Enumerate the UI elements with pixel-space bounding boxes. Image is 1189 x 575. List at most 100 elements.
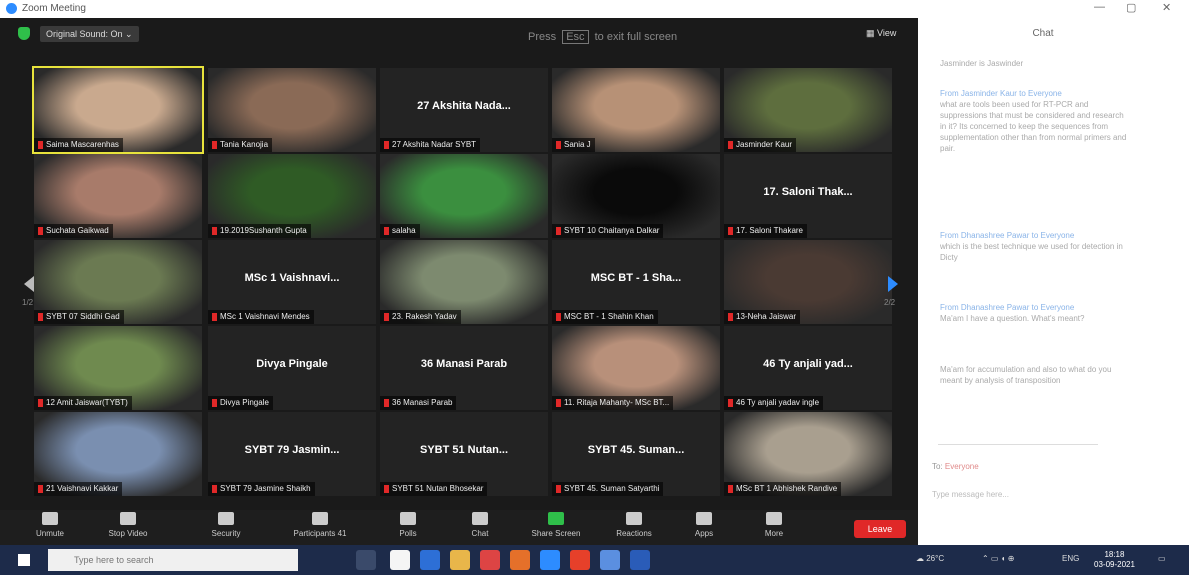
apps-icon	[696, 512, 712, 525]
chrome-icon[interactable]	[570, 550, 590, 570]
weather-widget[interactable]: ☁ 26°C	[916, 554, 944, 563]
participant-tile[interactable]: Suchata Gaikwad	[34, 154, 202, 238]
shield-icon	[218, 512, 234, 525]
window-titlebar: Zoom Meeting — ▢ ✕	[0, 0, 1189, 18]
participant-name-text: 36 Manasi Parab	[392, 398, 453, 407]
chat-panel: Chat Jasminder is Jaswinder From Jasminde…	[918, 18, 1189, 545]
muted-mic-icon	[384, 226, 389, 235]
more-dots-icon	[766, 512, 782, 525]
zoom-taskbar-icon[interactable]	[600, 550, 620, 570]
chat-message-sender[interactable]: From Dhanashree Pawar to Everyone	[940, 302, 1130, 313]
participant-tile[interactable]: Jasminder Kaur	[724, 68, 892, 152]
muted-mic-icon	[38, 398, 43, 407]
taskbar-search-input[interactable]: Type here to search	[48, 549, 298, 571]
muted-mic-icon	[38, 312, 43, 321]
app-icon-red[interactable]	[480, 550, 500, 570]
maximize-button[interactable]: ▢	[1126, 1, 1136, 14]
participant-tile[interactable]: MSC BT - 1 Sha... MSC BT - 1 Shahin Khan	[552, 240, 720, 324]
language-indicator[interactable]: ENG	[1062, 554, 1079, 563]
unmute-button[interactable]: Unmute	[20, 512, 80, 538]
participant-tile[interactable]: 46 Ty anjali yad... 46 Ty anjali yadav in…	[724, 326, 892, 410]
participant-name-text: salaha	[392, 226, 416, 235]
task-view-icon[interactable]	[356, 550, 376, 570]
participant-tile[interactable]: SYBT 51 Nutan... SYBT 51 Nutan Bhosekar	[380, 412, 548, 496]
chat-to-value[interactable]: Everyone	[945, 462, 979, 471]
participant-tile[interactable]: MSc 1 Vaishnavi... MSc 1 Vaishnavi Mendes	[208, 240, 376, 324]
participant-tile[interactable]: Sania J	[552, 68, 720, 152]
security-shield-icon[interactable]	[18, 27, 30, 40]
participant-tile[interactable]: 21 Vaishnavi Kakkar	[34, 412, 202, 496]
participant-name-text: SYBT 79 Jasmine Shaikh	[220, 484, 311, 493]
stop-video-button[interactable]: Stop Video	[98, 512, 158, 538]
participant-tile[interactable]: SYBT 07 Siddhi Gad	[34, 240, 202, 324]
chat-message-sender[interactable]: From Dhanashree Pawar to Everyone	[940, 230, 1130, 241]
apps-button[interactable]: Apps	[674, 512, 734, 538]
system-tray-icons[interactable]: ⌃ ▭ ◖ ⊕	[982, 554, 1014, 563]
share-screen-label: Share Screen	[531, 529, 581, 538]
participant-name-label: SYBT 79 Jasmine Shaikh	[208, 482, 315, 496]
participant-tile[interactable]: 17. Saloni Thak... 17. Saloni Thakare	[724, 154, 892, 238]
windows-start-icon[interactable]	[18, 554, 30, 566]
clock-time: 18:18	[1104, 550, 1125, 559]
leave-button[interactable]: Leave	[854, 520, 906, 538]
app-icon-blue[interactable]	[540, 550, 560, 570]
participant-tile[interactable]: 13-Neha Jaiswar	[724, 240, 892, 324]
muted-mic-icon	[556, 398, 561, 407]
chat-message-text: Jasminder is Jaswinder	[940, 59, 1024, 68]
original-sound-button[interactable]: Original Sound: On ⌄	[40, 26, 139, 42]
participant-display-name: SYBT 79 Jasmin...	[244, 444, 340, 456]
muted-mic-icon	[556, 140, 561, 149]
participant-tile[interactable]: 19.2019Sushanth Gupta	[208, 154, 376, 238]
participant-tile[interactable]: 27 Akshita Nada... 27 Akshita Nadar SYBT	[380, 68, 548, 152]
minimize-button[interactable]: —	[1094, 1, 1105, 13]
muted-mic-icon	[556, 226, 561, 235]
microphone-muted-icon	[42, 512, 58, 525]
participant-tile[interactable]: SYBT 45. Suman... SYBT 45. Suman Satyarth…	[552, 412, 720, 496]
participant-tile[interactable]: 36 Manasi Parab 36 Manasi Parab	[380, 326, 548, 410]
chat-message-text: which is the best technique we used for …	[940, 242, 1123, 262]
chat-button[interactable]: Chat	[450, 512, 510, 538]
muted-mic-icon	[728, 484, 733, 493]
previous-page-arrow-icon[interactable]	[24, 276, 34, 292]
taskbar-clock[interactable]: 18:18 03-09-2021	[1094, 550, 1135, 570]
muted-mic-icon	[212, 484, 217, 493]
notifications-icon[interactable]: ▭	[1158, 554, 1166, 563]
participant-tile[interactable]: MSc BT 1 Abhishek Randive	[724, 412, 892, 496]
participant-display-name: 27 Akshita Nada...	[417, 100, 511, 112]
participant-tile[interactable]: Tania Kanojia	[208, 68, 376, 152]
participant-tile[interactable]: SYBT 10 Chaitanya Dalkar	[552, 154, 720, 238]
muted-mic-icon	[556, 312, 561, 321]
muted-mic-icon	[212, 398, 217, 407]
app-icon-edge[interactable]	[630, 550, 650, 570]
polls-button[interactable]: Polls	[378, 512, 438, 538]
file-explorer-icon[interactable]	[450, 550, 470, 570]
participant-tile[interactable]: Divya Pingale Divya Pingale	[208, 326, 376, 410]
meeting-toolbar: Unmute Stop Video Security Participants …	[0, 510, 918, 545]
participant-tile[interactable]: 23. Rakesh Yadav	[380, 240, 548, 324]
participant-name-text: 17. Saloni Thakare	[736, 226, 804, 235]
participant-tile[interactable]: SYBT 79 Jasmin... SYBT 79 Jasmine Shaikh	[208, 412, 376, 496]
amazon-app-icon[interactable]	[390, 550, 410, 570]
store-app-icon[interactable]	[420, 550, 440, 570]
chat-label: Chat	[471, 529, 489, 538]
muted-mic-icon	[384, 312, 389, 321]
chat-message-sender[interactable]: From Jasminder Kaur to Everyone	[940, 88, 1130, 99]
more-button[interactable]: More	[744, 512, 804, 538]
participant-tile[interactable]: Saima Mascarenhas	[32, 66, 204, 154]
participant-tile[interactable]: salaha	[380, 154, 548, 238]
chat-message-input[interactable]: Type message here...	[932, 490, 1009, 499]
participant-tile[interactable]: 12 Amit Jaiswar(TYBT)	[34, 326, 202, 410]
chat-recipient[interactable]: To: Everyone	[932, 462, 979, 471]
security-button[interactable]: Security	[196, 512, 256, 538]
vlc-icon[interactable]	[510, 550, 530, 570]
view-button[interactable]: ▦ View	[866, 28, 896, 39]
participants-button[interactable]: Participants 41	[290, 512, 350, 538]
next-page-arrow-icon[interactable]	[888, 276, 898, 292]
reactions-button[interactable]: Reactions	[604, 512, 664, 538]
close-button[interactable]: ✕	[1162, 1, 1171, 14]
participant-name-text: SYBT 07 Siddhi Gad	[46, 312, 120, 321]
share-screen-button[interactable]: Share Screen	[526, 512, 586, 538]
chat-message: From Jasminder Kaur to Everyone what are …	[940, 88, 1130, 154]
participant-tile[interactable]: 11. Ritaja Mahanty- MSc BT...	[552, 326, 720, 410]
participant-name-label: Saima Mascarenhas	[34, 138, 123, 152]
